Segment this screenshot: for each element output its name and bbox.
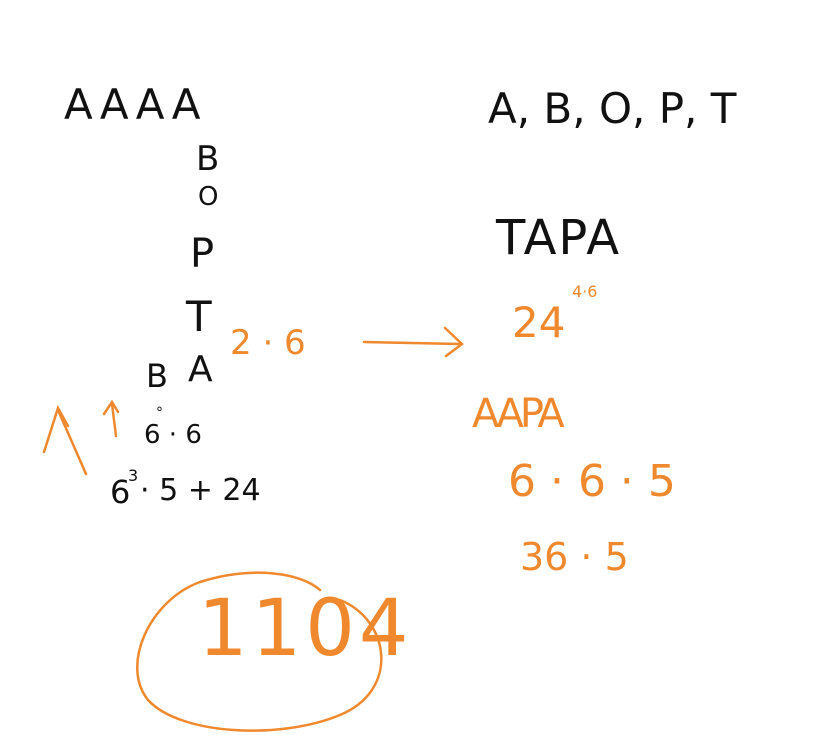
expression-rest: · 5 + 24	[140, 473, 261, 508]
expression-exponent: 3	[128, 466, 139, 485]
up-arrow-small	[102, 399, 120, 438]
right-arrow	[362, 326, 464, 358]
expression: 6 3 · 5 + 24	[110, 468, 261, 512]
answer-1104: 1104	[198, 584, 413, 674]
multiplier-2x6: 2 · 6	[230, 323, 306, 363]
count-24: 24	[512, 298, 566, 347]
column-letter-a: A	[188, 349, 213, 390]
letters-list: A, B, O, P, T	[488, 84, 737, 133]
letter-b-left: B	[146, 357, 168, 395]
column-letter-p: P	[190, 231, 215, 277]
column-letter-b: B	[196, 139, 220, 179]
up-arrow-large	[42, 404, 88, 476]
product-6x6: 6 · 6	[144, 420, 202, 450]
product-6x6x5: 6 · 6 · 5	[508, 456, 676, 507]
column-letter-t: T	[186, 292, 212, 341]
column-letter-o: O	[198, 182, 219, 212]
word-tapa: TAPA	[496, 210, 622, 266]
result-36x5: 36 · 5	[520, 535, 629, 579]
count-note: 4·6	[572, 282, 598, 301]
word-aapa: AAPA	[472, 391, 565, 437]
small-mark: °	[156, 405, 163, 421]
row-aaaa: AAAA	[64, 80, 207, 129]
